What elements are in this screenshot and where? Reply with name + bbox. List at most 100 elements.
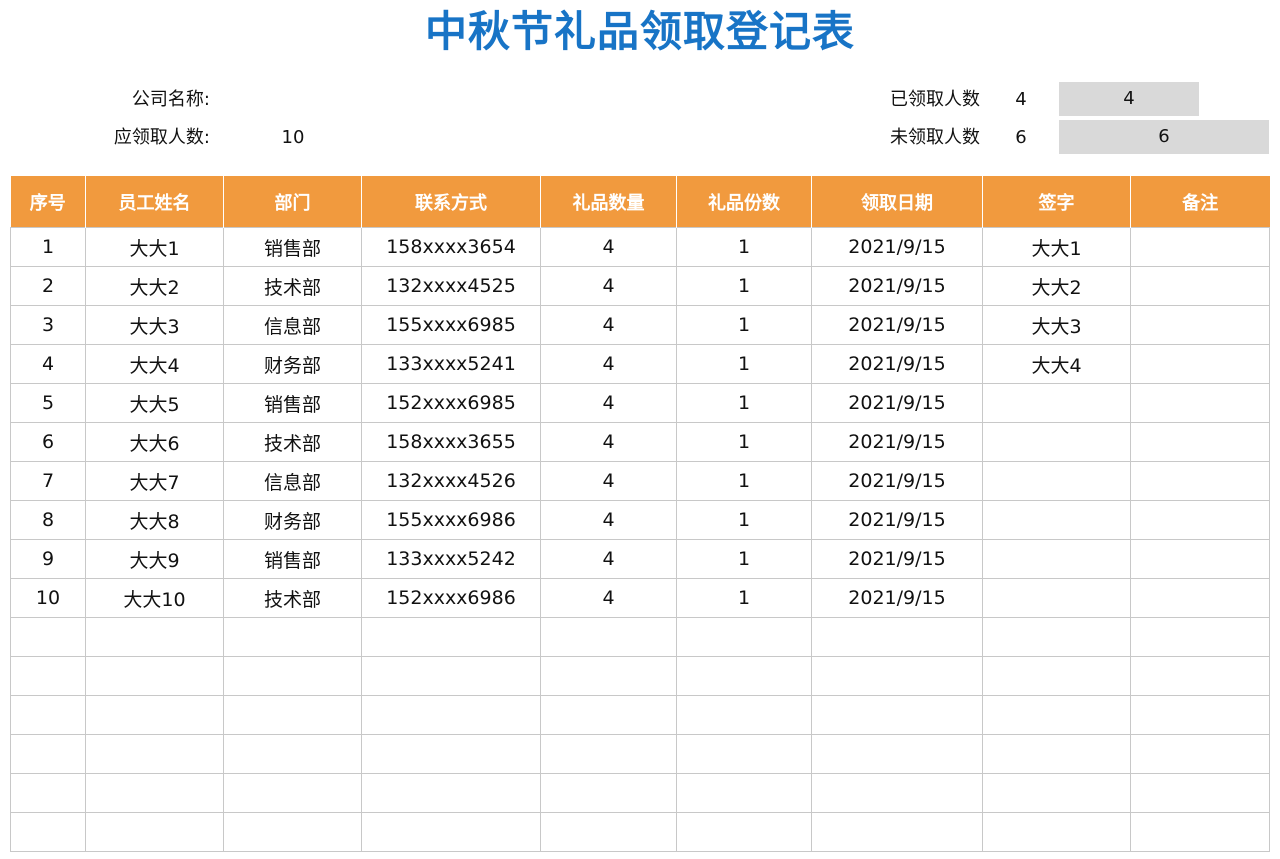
cell-date[interactable] <box>811 695 983 735</box>
cell-name[interactable]: 大大3 <box>85 305 224 345</box>
cell-signature[interactable] <box>982 695 1131 735</box>
cell-dept[interactable]: 信息部 <box>223 461 362 501</box>
cell-index[interactable]: 8 <box>10 500 86 540</box>
cell-gift-sets[interactable]: 1 <box>676 344 812 384</box>
cell-contact[interactable]: 132xxxx4525 <box>361 266 541 306</box>
cell-signature[interactable] <box>982 500 1131 540</box>
cell-gift-qty[interactable]: 4 <box>540 461 677 501</box>
cell-name[interactable]: 大大6 <box>85 422 224 462</box>
cell-notes[interactable] <box>1130 734 1270 774</box>
cell-contact[interactable]: 158xxxx3654 <box>361 227 541 267</box>
col-date-header[interactable]: 领取日期 <box>811 176 983 228</box>
cell-date[interactable]: 2021/9/15 <box>811 500 983 540</box>
cell-date[interactable]: 2021/9/15 <box>811 383 983 423</box>
cell-gift-qty[interactable] <box>540 773 677 813</box>
cell-name[interactable] <box>85 734 224 774</box>
cell-dept[interactable]: 技术部 <box>223 266 362 306</box>
unreceived-count-value[interactable]: 6 <box>1000 126 1042 150</box>
cell-dept[interactable]: 技术部 <box>223 422 362 462</box>
cell-date[interactable] <box>811 617 983 657</box>
cell-dept[interactable] <box>223 773 362 813</box>
cell-signature[interactable]: 大大1 <box>982 227 1131 267</box>
cell-index[interactable] <box>10 656 86 696</box>
cell-gift-sets[interactable]: 1 <box>676 500 812 540</box>
cell-gift-sets[interactable]: 1 <box>676 578 812 618</box>
cell-dept[interactable]: 销售部 <box>223 227 362 267</box>
cell-signature[interactable] <box>982 656 1131 696</box>
col-index-header[interactable]: 序号 <box>10 176 86 228</box>
cell-dept[interactable]: 财务部 <box>223 500 362 540</box>
cell-signature[interactable] <box>982 383 1131 423</box>
cell-signature[interactable] <box>982 773 1131 813</box>
cell-signature[interactable] <box>982 578 1131 618</box>
col-contact-header[interactable]: 联系方式 <box>361 176 541 228</box>
cell-contact[interactable] <box>361 695 541 735</box>
cell-name[interactable]: 大大7 <box>85 461 224 501</box>
cell-signature[interactable] <box>982 617 1131 657</box>
cell-gift-qty[interactable] <box>540 656 677 696</box>
cell-contact[interactable] <box>361 773 541 813</box>
col-gift-sets-header[interactable]: 礼品份数 <box>676 176 812 228</box>
cell-contact[interactable] <box>361 812 541 852</box>
cell-index[interactable]: 2 <box>10 266 86 306</box>
cell-dept[interactable] <box>223 734 362 774</box>
cell-contact[interactable]: 155xxxx6985 <box>361 305 541 345</box>
cell-index[interactable] <box>10 773 86 813</box>
received-count-box[interactable]: 4 <box>1059 82 1199 116</box>
cell-notes[interactable] <box>1130 383 1270 423</box>
cell-dept[interactable] <box>223 812 362 852</box>
cell-name[interactable] <box>85 773 224 813</box>
cell-index[interactable]: 5 <box>10 383 86 423</box>
cell-notes[interactable] <box>1130 227 1270 267</box>
cell-gift-qty[interactable] <box>540 734 677 774</box>
cell-signature[interactable]: 大大3 <box>982 305 1131 345</box>
cell-contact[interactable]: 152xxxx6986 <box>361 578 541 618</box>
cell-dept[interactable]: 销售部 <box>223 539 362 579</box>
cell-notes[interactable] <box>1130 578 1270 618</box>
cell-index[interactable]: 9 <box>10 539 86 579</box>
cell-signature[interactable]: 大大2 <box>982 266 1131 306</box>
cell-contact[interactable] <box>361 656 541 696</box>
col-signature-header[interactable]: 签字 <box>982 176 1131 228</box>
cell-gift-sets[interactable] <box>676 734 812 774</box>
cell-date[interactable]: 2021/9/15 <box>811 461 983 501</box>
cell-index[interactable]: 7 <box>10 461 86 501</box>
expected-count-value[interactable]: 10 <box>230 126 356 150</box>
cell-notes[interactable] <box>1130 461 1270 501</box>
cell-gift-qty[interactable]: 4 <box>540 305 677 345</box>
cell-gift-sets[interactable]: 1 <box>676 539 812 579</box>
cell-name[interactable]: 大大4 <box>85 344 224 384</box>
cell-name[interactable]: 大大10 <box>85 578 224 618</box>
cell-contact[interactable]: 158xxxx3655 <box>361 422 541 462</box>
cell-gift-qty[interactable]: 4 <box>540 344 677 384</box>
cell-name[interactable]: 大大1 <box>85 227 224 267</box>
cell-name[interactable]: 大大9 <box>85 539 224 579</box>
cell-dept[interactable]: 技术部 <box>223 578 362 618</box>
cell-index[interactable] <box>10 695 86 735</box>
cell-gift-qty[interactable] <box>540 812 677 852</box>
cell-notes[interactable] <box>1130 695 1270 735</box>
cell-dept[interactable]: 信息部 <box>223 305 362 345</box>
col-notes-header[interactable]: 备注 <box>1130 176 1270 228</box>
cell-gift-qty[interactable]: 4 <box>540 266 677 306</box>
cell-notes[interactable] <box>1130 500 1270 540</box>
cell-dept[interactable] <box>223 695 362 735</box>
cell-gift-sets[interactable]: 1 <box>676 383 812 423</box>
cell-index[interactable] <box>10 812 86 852</box>
cell-contact[interactable] <box>361 617 541 657</box>
cell-name[interactable]: 大大2 <box>85 266 224 306</box>
cell-date[interactable]: 2021/9/15 <box>811 422 983 462</box>
cell-notes[interactable] <box>1130 539 1270 579</box>
cell-gift-sets[interactable]: 1 <box>676 305 812 345</box>
cell-notes[interactable] <box>1130 617 1270 657</box>
cell-gift-sets[interactable] <box>676 695 812 735</box>
cell-name[interactable]: 大大5 <box>85 383 224 423</box>
cell-date[interactable]: 2021/9/15 <box>811 266 983 306</box>
cell-contact[interactable]: 133xxxx5241 <box>361 344 541 384</box>
cell-index[interactable]: 1 <box>10 227 86 267</box>
cell-index[interactable] <box>10 617 86 657</box>
cell-date[interactable]: 2021/9/15 <box>811 578 983 618</box>
cell-notes[interactable] <box>1130 266 1270 306</box>
cell-gift-sets[interactable] <box>676 773 812 813</box>
cell-index[interactable]: 3 <box>10 305 86 345</box>
